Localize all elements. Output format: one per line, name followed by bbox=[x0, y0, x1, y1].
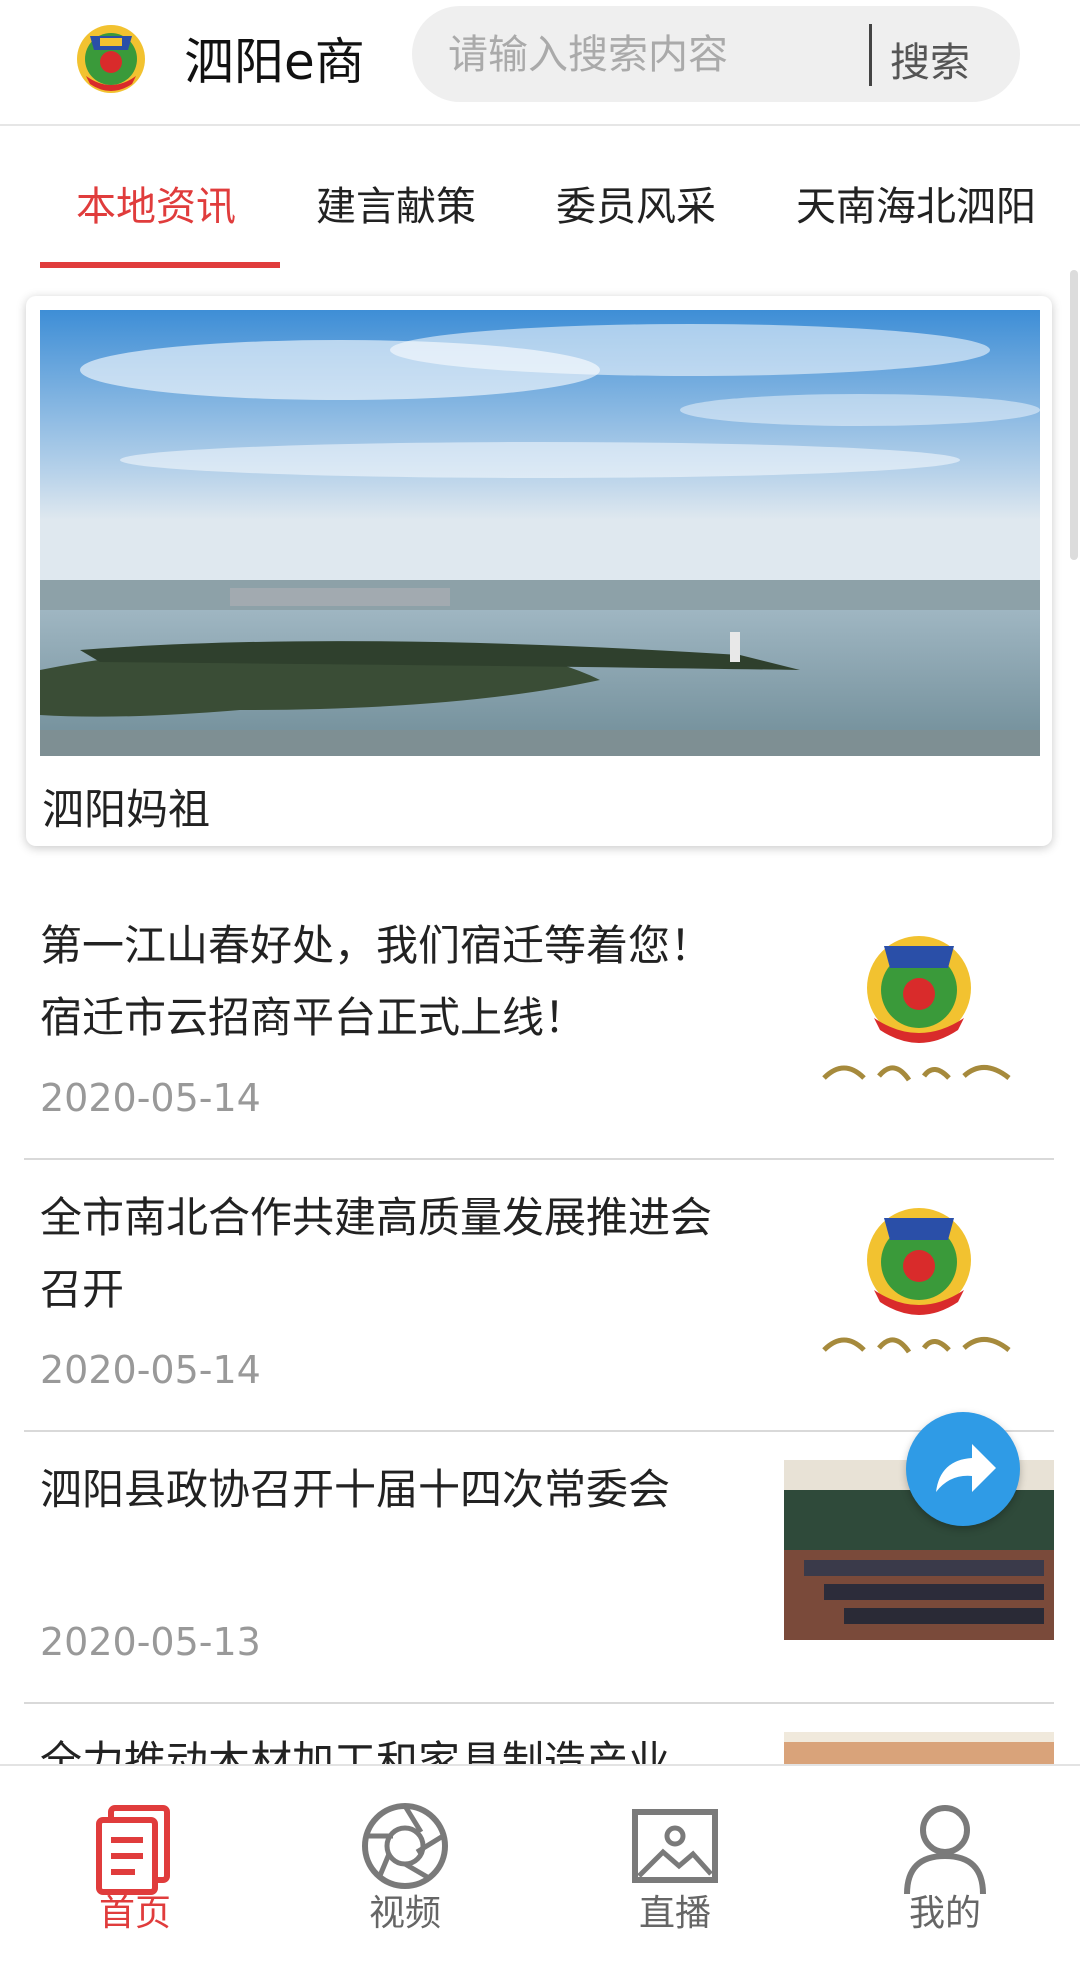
news-item[interactable]: 泗阳县政协召开十届十四次常委会 2020-05-13 bbox=[24, 1432, 1054, 1704]
image-icon bbox=[632, 1809, 718, 1883]
document-icon bbox=[96, 1805, 170, 1895]
news-title: 泗阳县政协召开十届十四次常委会 bbox=[40, 1465, 671, 1514]
nav-label: 我的 bbox=[908, 1893, 981, 1934]
active-tab-indicator bbox=[40, 262, 280, 268]
featured-caption: 泗阳妈祖 bbox=[42, 785, 211, 834]
scrollbar[interactable] bbox=[1070, 270, 1078, 560]
news-title: 第一江山春好处，我们宿迁等着您！宿迁市云招商平台正式上线！ bbox=[40, 921, 713, 1042]
tab-member-profiles[interactable]: 委员风采 bbox=[556, 174, 716, 232]
news-item[interactable]: 第一江山春好处，我们宿迁等着您！宿迁市云招商平台正式上线！ 2020-05-14 bbox=[24, 888, 1054, 1160]
nav-label: 视频 bbox=[368, 1893, 441, 1934]
user-icon bbox=[904, 1805, 986, 1895]
search-divider bbox=[869, 24, 872, 86]
app-title: 泗阳e商 bbox=[184, 33, 365, 91]
tab-siyang-worldwide[interactable]: 天南海北泗阳 bbox=[796, 174, 1036, 232]
camera-aperture-icon bbox=[362, 1803, 448, 1889]
tab-suggestions[interactable]: 建言献策 bbox=[316, 174, 476, 232]
nav-live[interactable]: 直播 bbox=[540, 1766, 810, 1934]
search-input[interactable] bbox=[446, 28, 920, 82]
siyang-ecommerce-logo bbox=[784, 918, 1054, 1098]
share-button[interactable] bbox=[906, 1412, 1020, 1526]
nav-home[interactable]: 首页 bbox=[0, 1766, 270, 1934]
news-date: 2020-05-14 bbox=[40, 1076, 261, 1120]
featured-image bbox=[40, 310, 1040, 756]
nav-label: 直播 bbox=[638, 1893, 711, 1934]
featured-card[interactable]: 泗阳妈祖 bbox=[26, 296, 1052, 846]
tab-local-news[interactable]: 本地资讯 bbox=[76, 174, 236, 232]
news-item[interactable]: 全市南北合作共建高质量发展推进会召开 2020-05-14 bbox=[24, 1160, 1054, 1432]
news-date: 2020-05-13 bbox=[40, 1620, 261, 1664]
search-bar[interactable]: 搜索 bbox=[412, 6, 1020, 102]
cppcc-emblem-icon bbox=[70, 14, 152, 96]
news-title: 全市南北合作共建高质量发展推进会召开 bbox=[40, 1193, 713, 1314]
nav-label: 首页 bbox=[98, 1893, 171, 1934]
category-tabs: 本地资讯 建言献策 委员风采 天南海北泗阳 bbox=[0, 126, 1080, 270]
app-header: 泗阳e商 搜索 bbox=[0, 0, 1080, 126]
share-arrow-icon bbox=[936, 1444, 996, 1492]
news-date: 2020-05-14 bbox=[40, 1348, 261, 1392]
search-button[interactable]: 搜索 bbox=[890, 30, 970, 88]
bottom-navigation: 首页 视频 直播 我的 bbox=[0, 1764, 1080, 1934]
nav-video[interactable]: 视频 bbox=[270, 1766, 540, 1934]
nav-profile[interactable]: 我的 bbox=[810, 1766, 1080, 1934]
siyang-ecommerce-logo bbox=[784, 1190, 1054, 1370]
